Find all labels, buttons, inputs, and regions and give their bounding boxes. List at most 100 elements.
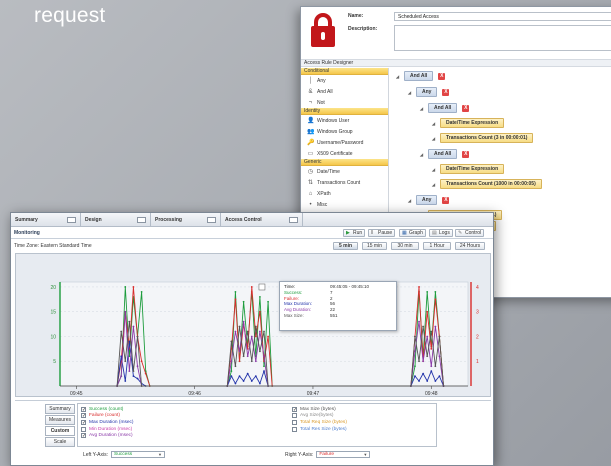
- expand-triangle-icon[interactable]: ◢: [420, 152, 428, 157]
- rule-tree-node-label: Transactions Count (1000 in 00:00:05): [446, 181, 536, 187]
- rule-tree-node-pill[interactable]: Transactions Count (1000 in 00:00:05): [440, 179, 542, 189]
- side-tab[interactable]: Summary: [45, 404, 75, 414]
- rule-tree-node-pill[interactable]: Any: [416, 195, 438, 205]
- rule-tree-node-pill[interactable]: Date/Time Expression: [440, 164, 505, 174]
- series-checkbox[interactable]: [292, 413, 297, 419]
- side-tab[interactable]: Custom: [45, 426, 75, 436]
- expand-triangle-icon[interactable]: ◢: [432, 121, 440, 126]
- legend-item[interactable]: Total Res Size (bytes): [292, 426, 347, 433]
- legend-item[interactable]: ✓ Success (count): [81, 406, 134, 413]
- range-button[interactable]: 30 min: [391, 242, 419, 250]
- window-icon[interactable]: [289, 217, 298, 223]
- description-field[interactable]: [394, 25, 611, 51]
- series-checkbox[interactable]: ✓: [81, 419, 86, 425]
- rule-tree-node-pill[interactable]: And All: [428, 103, 458, 113]
- legend-item[interactable]: Total Req Size (bytes): [292, 419, 347, 426]
- series-checkbox[interactable]: ✓: [292, 406, 297, 412]
- expand-triangle-icon[interactable]: ◢: [420, 106, 428, 111]
- series-point: [128, 340, 131, 343]
- series-point: [136, 335, 139, 338]
- palette-item[interactable]: ¬ Not: [301, 97, 388, 108]
- remove-node-icon[interactable]: X: [462, 150, 470, 158]
- series-point: [120, 355, 123, 358]
- legend-item[interactable]: ✓ Failure (count): [81, 413, 134, 420]
- palette-item[interactable]: ⇅ Transactions Count: [301, 177, 388, 188]
- run-label: Run: [353, 230, 363, 236]
- expand-triangle-icon[interactable]: ◢: [408, 198, 416, 203]
- remove-node-icon[interactable]: X: [462, 104, 470, 112]
- expand-triangle-icon[interactable]: ◢: [396, 74, 404, 79]
- remove-node-icon[interactable]: X: [442, 196, 450, 204]
- palette-item[interactable]: ⌂ XPath: [301, 188, 388, 199]
- top-tab[interactable]: Processing: [151, 213, 221, 227]
- expand-triangle-icon[interactable]: ◢: [432, 182, 440, 187]
- top-tab[interactable]: Access Control: [221, 213, 303, 227]
- expand-triangle-icon[interactable]: ◢: [432, 136, 440, 141]
- name-field[interactable]: Scheduled Access: [394, 12, 611, 21]
- rule-tree-node[interactable]: ◢ And All X: [420, 149, 611, 159]
- palette-item-label: XPath: [317, 190, 331, 197]
- rule-tree-node-pill[interactable]: Date/Time Expression: [440, 118, 505, 128]
- series-checkbox[interactable]: [292, 419, 297, 425]
- palette-item[interactable]: • Misc: [301, 199, 388, 210]
- palette-item[interactable]: ◷ Date/Time: [301, 166, 388, 177]
- legend-item[interactable]: ✓ Max Size (bytes): [292, 406, 347, 413]
- legend-item[interactable]: ✓ Max Duration (msec): [81, 419, 134, 426]
- pause-button[interactable]: ‖ Pause: [368, 229, 396, 237]
- window-icon[interactable]: [207, 217, 216, 223]
- pause-label: Pause: [378, 230, 393, 236]
- rule-tree-node-pill[interactable]: Transactions Count (3 in 00:00:01): [440, 133, 534, 143]
- range-button[interactable]: 15 min: [362, 242, 387, 250]
- palette-item[interactable]: & And All: [301, 86, 388, 97]
- rule-tree-node[interactable]: ◢Date/Time ExpressionX: [432, 164, 611, 174]
- side-tab[interactable]: Scale: [45, 437, 75, 447]
- range-button[interactable]: 1 Hour: [423, 242, 451, 250]
- rule-tree-node[interactable]: ◢ Any X: [408, 195, 611, 205]
- rule-tree-node[interactable]: ◢Date/Time ExpressionX: [432, 118, 611, 128]
- series-point: [414, 350, 416, 353]
- palette-item[interactable]: 👤 Windows User: [301, 115, 388, 126]
- series-point: [250, 286, 253, 288]
- window-icon[interactable]: [67, 217, 76, 223]
- rule-tree-node-pill[interactable]: Any: [416, 87, 438, 97]
- series-checkbox[interactable]: ✓: [81, 406, 86, 412]
- remove-node-icon[interactable]: X: [438, 72, 446, 80]
- expand-triangle-icon[interactable]: ◢: [432, 167, 440, 172]
- rule-tree-node[interactable]: ◢Transactions Count (3 in 00:00:01)X: [432, 133, 611, 143]
- legend-item[interactable]: ✓ Avg Duration (msec): [81, 432, 134, 439]
- control-button[interactable]: ✎ Control: [455, 229, 485, 237]
- series-checkbox[interactable]: [292, 426, 297, 432]
- left-axis-select[interactable]: Success ▼: [111, 451, 166, 458]
- rule-tree-node-pill[interactable]: And All: [404, 71, 434, 81]
- rule-tree-node[interactable]: ◢ Any X: [408, 87, 611, 97]
- logs-button[interactable]: ▤ Logs: [429, 229, 453, 237]
- series-checkbox[interactable]: [81, 426, 86, 432]
- graph-button[interactable]: ▦ Graph: [399, 229, 426, 237]
- top-tab[interactable]: Design: [81, 213, 151, 227]
- legend-item[interactable]: Min Duration (msec): [81, 426, 134, 433]
- rule-tree-node[interactable]: ◢ And All X: [396, 71, 611, 81]
- range-button[interactable]: 24 Hours: [455, 242, 485, 250]
- side-tab[interactable]: Measures: [45, 415, 75, 425]
- legend-item[interactable]: Avg Size(bytes): [292, 413, 347, 420]
- range-button[interactable]: 5 min: [333, 242, 358, 250]
- palette-item[interactable]: │ Any: [301, 75, 388, 86]
- rule-tree-node-pill[interactable]: And All: [428, 149, 458, 159]
- palette-item[interactable]: 🔑 Username/Password: [301, 137, 388, 148]
- series-checkbox[interactable]: ✓: [81, 433, 86, 439]
- palette-item[interactable]: 👥 Windows Group: [301, 126, 388, 137]
- run-button[interactable]: ▶ Run: [343, 229, 366, 237]
- rule-tree-node[interactable]: ◢ And All X: [420, 103, 611, 113]
- remove-node-icon[interactable]: X: [442, 88, 450, 96]
- top-tab[interactable]: Summary: [11, 213, 81, 227]
- rule-tree-node[interactable]: ◢Transactions Count (1000 in 00:00:05)X: [432, 179, 611, 189]
- right-axis-select[interactable]: Failure ▼: [316, 451, 371, 458]
- window-icon[interactable]: [137, 217, 146, 223]
- expand-triangle-icon[interactable]: ◢: [408, 90, 416, 95]
- tooltip-key: Max Size:: [284, 312, 304, 318]
- right-tick-label: 4: [476, 285, 479, 291]
- series-checkbox[interactable]: ✓: [81, 413, 86, 419]
- right-tick-label: 2: [476, 334, 479, 340]
- transactions-icon: ⇅: [307, 179, 314, 186]
- palette-item[interactable]: ▭ X509 Certificate: [301, 148, 388, 159]
